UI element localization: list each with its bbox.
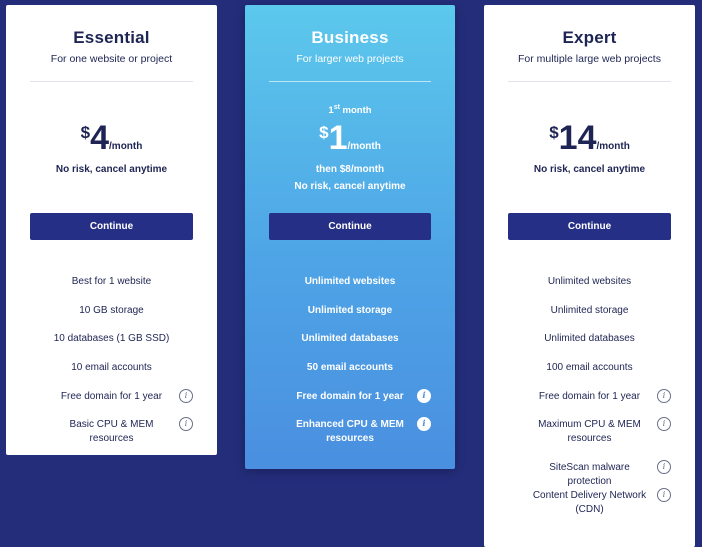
info-icon[interactable]: i xyxy=(657,460,671,474)
feature-text: Unlimited storage xyxy=(307,305,393,316)
info-icon[interactable]: i xyxy=(657,417,671,431)
feature-text: SiteScan malware protection xyxy=(549,462,630,487)
feature-item: 10 email accounts xyxy=(32,361,191,375)
feature-text: Free domain for 1 year xyxy=(538,391,641,402)
feature-item: 10 databases (1 GB SSD) xyxy=(32,332,191,346)
cancel-note: No risk, cancel anytime xyxy=(533,164,646,175)
divider xyxy=(508,81,671,82)
feature-item: Best for 1 website xyxy=(32,275,191,289)
feature-text: Unlimited websites xyxy=(304,276,396,287)
feature-text: 10 email accounts xyxy=(71,362,152,373)
price-currency: $ xyxy=(80,123,91,142)
info-icon[interactable]: i xyxy=(417,389,431,403)
feature-text: Maximum CPU & MEM resources xyxy=(538,419,641,444)
price-amount: 4 xyxy=(90,119,110,157)
plan-subtitle: For one website or project xyxy=(50,53,173,65)
price-currency: $ xyxy=(549,123,559,142)
feature-text: Best for 1 website xyxy=(71,276,152,287)
feature-text: Basic CPU & MEM resources xyxy=(69,419,154,444)
plan-name: Expert xyxy=(562,28,617,47)
price: $1/month xyxy=(245,121,455,155)
info-icon[interactable]: i xyxy=(417,417,431,431)
feature-text: Content Delivery Network (CDN) xyxy=(532,490,647,515)
feature-text: 10 databases (1 GB SSD) xyxy=(53,333,170,344)
feature-item: Unlimited websites xyxy=(271,275,429,289)
plan-subtitle: For multiple large web projects xyxy=(518,53,661,65)
info-icon[interactable]: i xyxy=(179,389,193,403)
plan-card-expert: Expert For multiple large web projects $… xyxy=(484,5,695,547)
price-currency: $ xyxy=(319,123,329,142)
feature-item: Unlimited databases xyxy=(271,332,429,346)
continue-button-business[interactable]: Continue xyxy=(269,213,431,240)
first-month-label: 1st month xyxy=(245,104,455,116)
feature-item: Basic CPU & MEM resources i xyxy=(32,417,193,446)
then-price-note: then $8/month xyxy=(315,164,385,175)
feature-item: Enhanced CPU & MEM resources i xyxy=(271,417,431,446)
feature-item: SiteScan malware protection i xyxy=(510,460,671,489)
feature-item: Maximum CPU & MEM resources i xyxy=(510,417,671,446)
feature-item: Unlimited storage xyxy=(510,304,669,318)
info-icon[interactable]: i xyxy=(657,488,671,502)
price-period: /month xyxy=(596,141,630,152)
price: $14/month xyxy=(484,121,695,155)
plan-name: Business xyxy=(311,28,389,47)
feature-item: Content Delivery Network (CDN) i xyxy=(510,488,671,517)
first-month-suffix: month xyxy=(339,105,372,117)
info-icon[interactable]: i xyxy=(179,417,193,431)
feature-text: Enhanced CPU & MEM resources xyxy=(296,419,404,444)
feature-item: 10 GB storage xyxy=(32,304,191,318)
cancel-note: No risk, cancel anytime xyxy=(294,181,406,192)
price-amount: 1 xyxy=(328,119,348,157)
price: $4/month xyxy=(6,121,217,155)
feature-item: Free domain for 1 year i xyxy=(271,389,431,404)
info-icon[interactable]: i xyxy=(657,389,671,403)
continue-button-essential[interactable]: Continue xyxy=(30,213,193,240)
price-period: /month xyxy=(109,141,143,152)
feature-item: Free domain for 1 year i xyxy=(510,389,671,404)
continue-button-expert[interactable]: Continue xyxy=(508,213,671,240)
plan-card-essential: Essential For one website or project $4/… xyxy=(6,5,217,455)
feature-text: 10 GB storage xyxy=(79,305,144,316)
plan-subtitle: For larger web projects xyxy=(296,53,404,65)
price-amount: 14 xyxy=(558,119,597,157)
feature-text: Free domain for 1 year xyxy=(60,391,163,402)
divider xyxy=(30,81,193,82)
plan-name: Essential xyxy=(73,28,150,47)
feature-item: 100 email accounts xyxy=(510,361,669,375)
feature-text: Unlimited databases xyxy=(544,333,635,344)
feature-text: 100 email accounts xyxy=(546,362,633,373)
feature-item: Free domain for 1 year i xyxy=(32,389,193,404)
feature-item: Unlimited websites xyxy=(510,275,669,289)
feature-item: 50 email accounts xyxy=(271,361,429,375)
feature-item: Unlimited databases xyxy=(510,332,669,346)
feature-text: Unlimited storage xyxy=(550,305,629,316)
feature-item: Unlimited storage xyxy=(271,304,429,318)
plan-card-business: Business For larger web projects 1st mon… xyxy=(245,5,455,469)
feature-text: Free domain for 1 year xyxy=(296,391,404,402)
feature-text: Unlimited websites xyxy=(547,276,632,287)
divider xyxy=(269,81,431,82)
price-period: /month xyxy=(347,141,381,152)
feature-text: 50 email accounts xyxy=(306,362,394,373)
cancel-note: No risk, cancel anytime xyxy=(55,164,168,175)
feature-text: Unlimited databases xyxy=(301,333,399,344)
